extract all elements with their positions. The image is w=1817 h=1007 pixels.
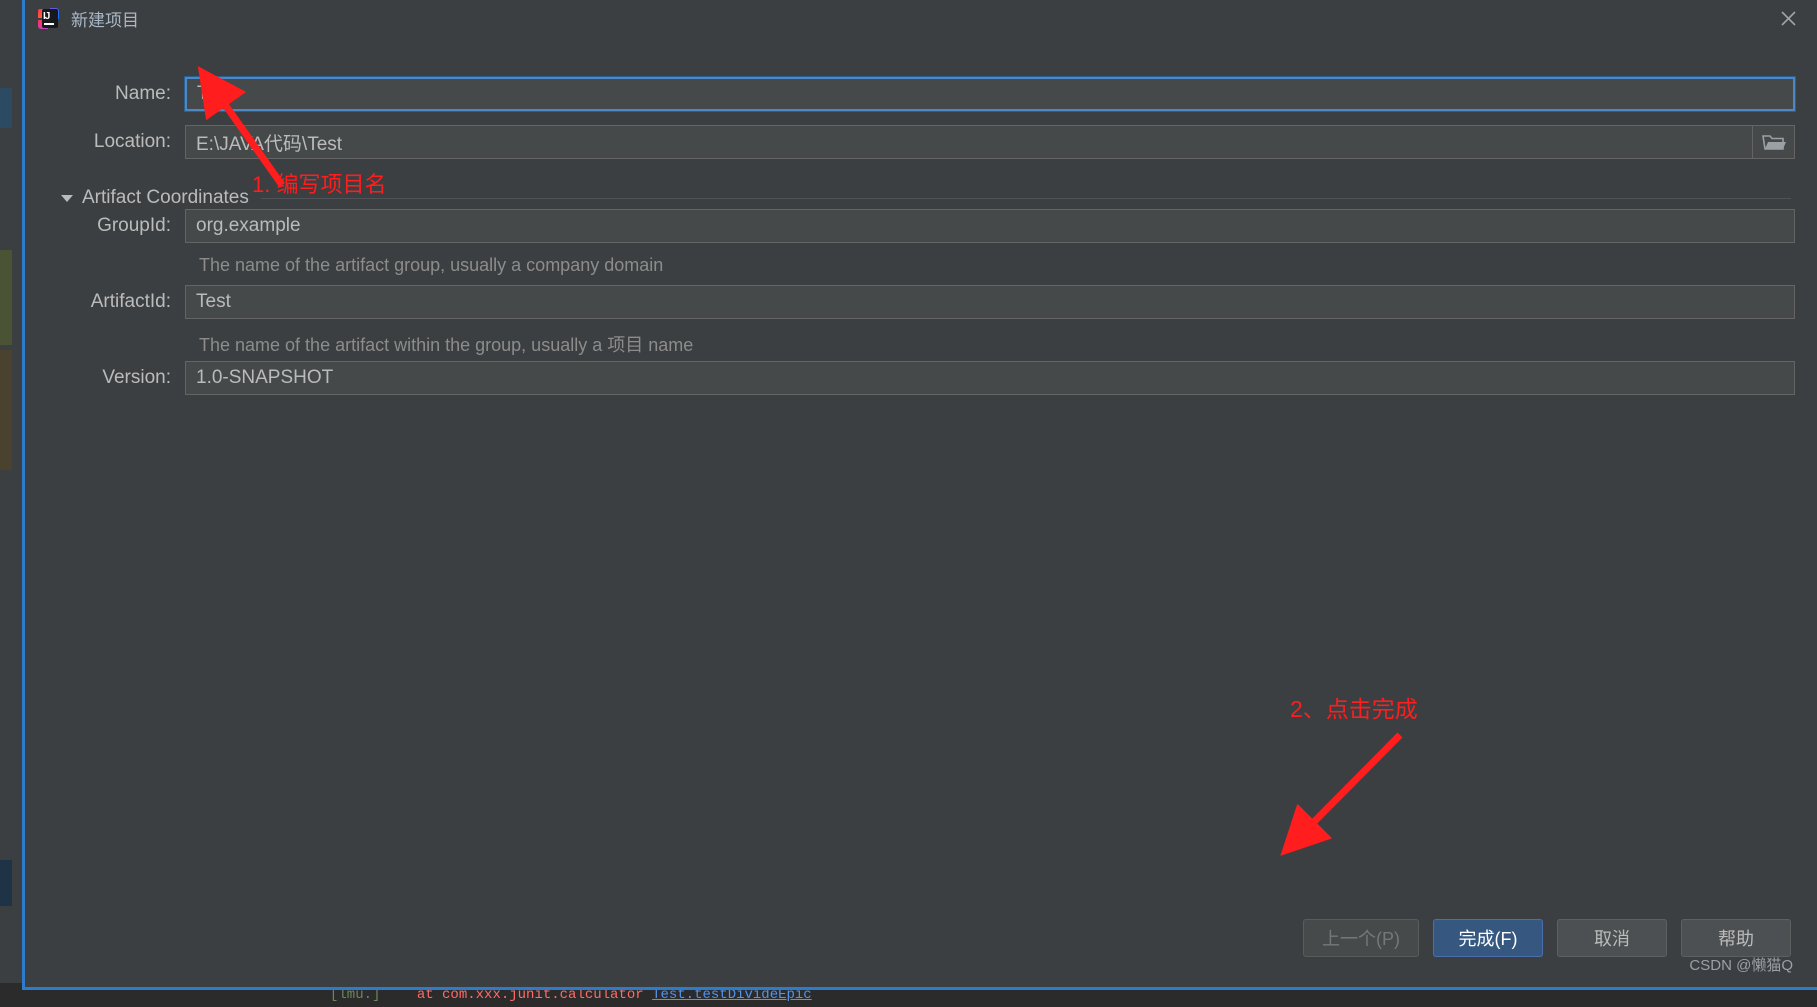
background-ide-strip [0, 0, 24, 1007]
background-chip [0, 350, 12, 470]
finish-button[interactable]: 完成(F) [1433, 919, 1543, 957]
annotation-step-1: 1. 编写项目名 [252, 172, 387, 197]
dialog-button-bar: 上一个(P) 完成(F) 取消 帮助 [1303, 919, 1791, 957]
location-row: Location: E:\JAVA代码\Test [25, 125, 1795, 159]
groupid-label: GroupId: [97, 215, 171, 236]
name-input[interactable]: Test [184, 76, 1796, 112]
background-chip [0, 250, 12, 345]
triangle-down-icon[interactable] [61, 194, 73, 202]
dialog-title: 新建项目 [71, 11, 139, 30]
intellij-idea-icon: IJ [38, 8, 59, 29]
version-label: Version: [102, 367, 171, 388]
version-row: Version: 1.0-SNAPSHOT [25, 361, 1795, 395]
location-input[interactable]: E:\JAVA代码\Test [185, 125, 1753, 159]
artifactid-hint: The name of the artifact within the grou… [199, 335, 694, 355]
background-chip [0, 210, 12, 245]
section-divider [260, 197, 1791, 199]
artifact-coordinates-label: Artifact Coordinates [82, 187, 249, 208]
background-chip [0, 88, 12, 128]
location-label: Location: [93, 131, 171, 152]
version-input[interactable]: 1.0-SNAPSHOT [185, 361, 1795, 395]
screenshot-root: [lmu.] at com.xxx.junit.calculator Test.… [0, 0, 1817, 1007]
close-icon[interactable] [1760, 0, 1817, 37]
background-chip [0, 780, 12, 820]
groupid-input[interactable]: org.example [185, 209, 1795, 243]
csdn-watermark: CSDN @懒猫Q [1689, 957, 1793, 974]
new-project-dialog: IJ 新建项目 Name: Test Location: E:\JAVA代码\T… [22, 0, 1817, 990]
folder-icon[interactable] [1753, 125, 1795, 159]
previous-button[interactable]: 上一个(P) [1303, 919, 1419, 957]
groupid-row: GroupId: org.example [25, 209, 1795, 243]
artifactid-input[interactable]: Test [185, 285, 1795, 319]
name-label: Name: [115, 83, 171, 104]
annotation-step-2: 2、点击完成 [1290, 696, 1418, 722]
background-chip [0, 620, 12, 642]
dialog-titlebar: IJ 新建项目 [25, 0, 1817, 37]
help-button[interactable]: 帮助 [1681, 919, 1791, 957]
artifactid-label: ArtifactId: [90, 291, 171, 312]
background-chip [0, 860, 12, 906]
artifactid-row: ArtifactId: Test [25, 285, 1795, 319]
groupid-hint: The name of the artifact group, usually … [199, 255, 664, 275]
cancel-button[interactable]: 取消 [1557, 919, 1667, 957]
name-row: Name: Test [25, 76, 1796, 112]
